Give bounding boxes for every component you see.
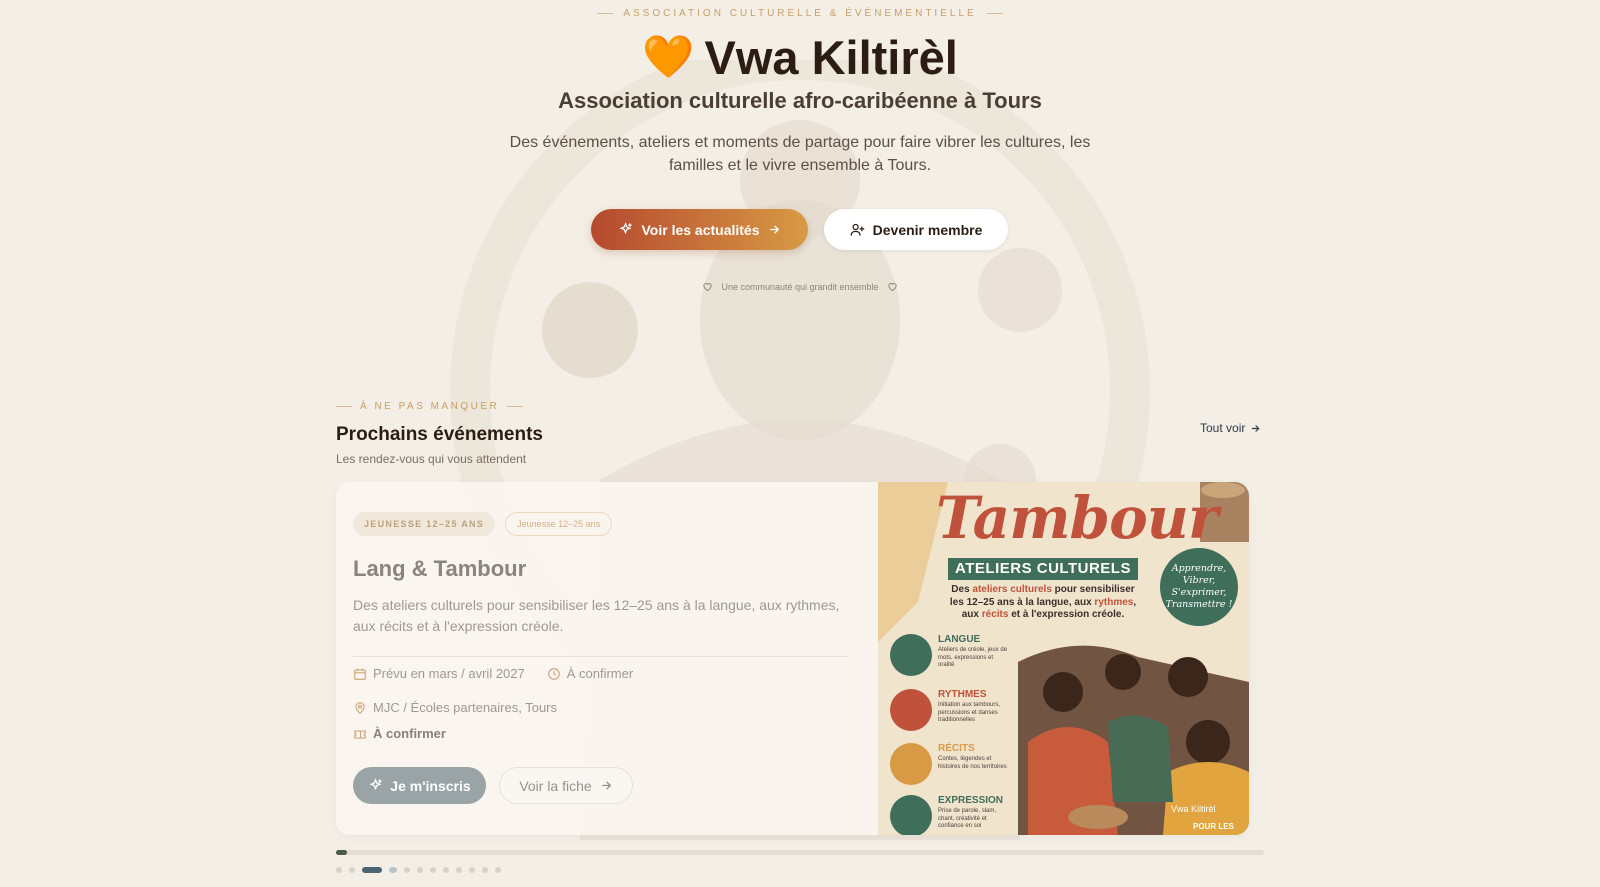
see-all-link[interactable]: Tout voir [1200, 421, 1261, 435]
eyebrow-line-right [507, 406, 524, 407]
event-location-row: MJC / Écoles partenaires, Tours [353, 700, 557, 715]
carousel-dot[interactable] [349, 867, 355, 873]
ticket-icon [354, 730, 366, 739]
carousel-dot[interactable] [482, 867, 488, 873]
drum-icon [890, 689, 932, 731]
poster-seal: Apprendre, Vibrer, S'exprimer, Transmett… [1160, 548, 1238, 626]
poster-title: Tambour [936, 484, 1219, 552]
heart-logo-icon: 🧡 [642, 33, 695, 80]
arrow-right-icon [1252, 424, 1260, 432]
carousel-pagination [336, 867, 501, 873]
audience-badge: JEUNESSE 12–25 ANS [353, 512, 496, 536]
clock-icon [547, 667, 560, 680]
view-news-label: Voir les actualités [641, 221, 760, 238]
arrow-right-icon [601, 781, 611, 790]
carousel-dot[interactable] [443, 867, 449, 873]
feature-label: LANGUE [938, 634, 981, 645]
hero-eyebrow-text: ASSOCIATION CULTURELLE & ÉVÉNEMENTIELLE [623, 8, 977, 19]
poster-ribbon: ATELIERS CULTURELS [948, 558, 1138, 580]
eyebrow-line-left [336, 406, 352, 407]
event-card: JEUNESSE 12–25 ANS Jeunesse 12–25 ans La… [336, 482, 1249, 835]
feature-text: Initiation aux tambours, percussions et … [938, 702, 1001, 723]
carousel-dot[interactable] [456, 867, 462, 873]
heart-icon [703, 283, 713, 292]
carousel-dot[interactable] [469, 867, 475, 873]
hero-eyebrow: ASSOCIATION CULTURELLE & ÉVÉNEMENTIELLE [0, 8, 1600, 19]
carousel-dot[interactable] [336, 867, 342, 873]
heart-icon [887, 283, 897, 292]
poster-desc-highlight: récits [981, 609, 1009, 620]
carousel-dot[interactable] [404, 867, 410, 873]
calendar-icon [354, 668, 366, 680]
event-badges: JEUNESSE 12–25 ANS Jeunesse 12–25 ans [353, 512, 613, 536]
feature-label: RÉCITS [938, 743, 975, 754]
carousel-progress-fill [336, 850, 348, 855]
poster-desc-part: Des [951, 584, 973, 595]
feature-text: Ateliers de créole, jeux de mots, expres… [938, 647, 1008, 668]
carousel-dot[interactable] [362, 867, 382, 873]
carousel-dot[interactable] [430, 867, 436, 873]
event-title: Lang & Tambour [353, 556, 527, 581]
feature-text: Contes, légendes et histoires de nos ter… [938, 756, 1007, 770]
become-member-label: Devenir membre [872, 221, 983, 238]
feature-label: EXPRESSION [938, 795, 1004, 806]
event-price-row: À confirmer [353, 726, 446, 741]
event-price: À confirmer [373, 726, 446, 741]
events-title: Prochains événements [336, 424, 543, 445]
arrow-right-icon [769, 225, 779, 234]
poster-watermark: Vwa Kiltirèl [1171, 804, 1216, 814]
events-eyebrow: À NE PAS MANQUER [336, 401, 524, 412]
register-button[interactable]: Je m'inscris [353, 767, 486, 804]
view-sheet-label: Voir la fiche [519, 777, 592, 794]
site-title-text: Vwa Kiltirèl [704, 31, 958, 84]
events-eyebrow-text: À NE PAS MANQUER [360, 401, 500, 412]
see-all-label: Tout voir [1200, 421, 1246, 435]
event-location: MJC / Écoles partenaires, Tours [373, 700, 557, 715]
category-badge: Jeunesse 12–25 ans [505, 512, 613, 536]
book-icon [890, 743, 932, 785]
poster-corner-text: POUR LES [1193, 822, 1234, 831]
event-datetime: Prévu en mars / avril 2027 À confirmer [353, 666, 633, 681]
event-poster-image[interactable]: Tambour ATELIERS CULTURELS Des ateliers … [878, 482, 1249, 835]
user-plus-icon [850, 223, 865, 236]
card-divider [353, 656, 849, 657]
carousel-dot[interactable] [389, 867, 397, 873]
event-description: Des ateliers culturels pour sensibiliser… [353, 597, 840, 634]
poster-desc-highlight: ateliers culturels [972, 584, 1052, 595]
poster-desc-highlight: rythmes [1094, 596, 1134, 608]
sparkles-icon [619, 222, 633, 235]
view-news-button[interactable]: Voir les actualités [591, 209, 808, 250]
site-title: 🧡 Vwa Kiltirèl [0, 30, 1600, 85]
carousel-dot[interactable] [495, 867, 501, 873]
carousel-dot[interactable] [417, 867, 423, 873]
community-tagline: Une communauté qui grandit ensemble [0, 281, 1600, 292]
hero-description: Des événements, ateliers et moments de p… [509, 134, 1091, 174]
eyebrow-line-left [597, 13, 614, 14]
feature-label: RYTHMES [938, 689, 987, 700]
event-time: À confirmer [566, 666, 634, 681]
poster-description: Des ateliers culturels pour sensibiliser… [948, 584, 1138, 622]
register-label: Je m'inscris [390, 777, 471, 794]
view-sheet-button[interactable]: Voir la fiche [499, 767, 633, 804]
event-date: Prévu en mars / avril 2027 [373, 666, 525, 681]
speech-bubble-icon [890, 634, 932, 676]
sparkles-icon [369, 778, 383, 791]
become-member-button[interactable]: Devenir membre [824, 209, 1008, 250]
tagline-text: Une communauté qui grandit ensemble [721, 281, 879, 292]
microphone-icon [890, 795, 932, 835]
events-subtitle: Les rendez-vous qui vous attendent [336, 452, 527, 466]
poster-desc-part: et à l'expression créole. [1008, 609, 1125, 620]
eyebrow-line-right [986, 13, 1003, 14]
carousel-progress-bar [336, 850, 1264, 855]
hero-subtitle: Association culturelle afro-caribéenne à… [558, 88, 1042, 113]
map-pin-icon [355, 701, 365, 714]
feature-text: Prise de parole, slam, chant, créativité… [938, 808, 997, 829]
